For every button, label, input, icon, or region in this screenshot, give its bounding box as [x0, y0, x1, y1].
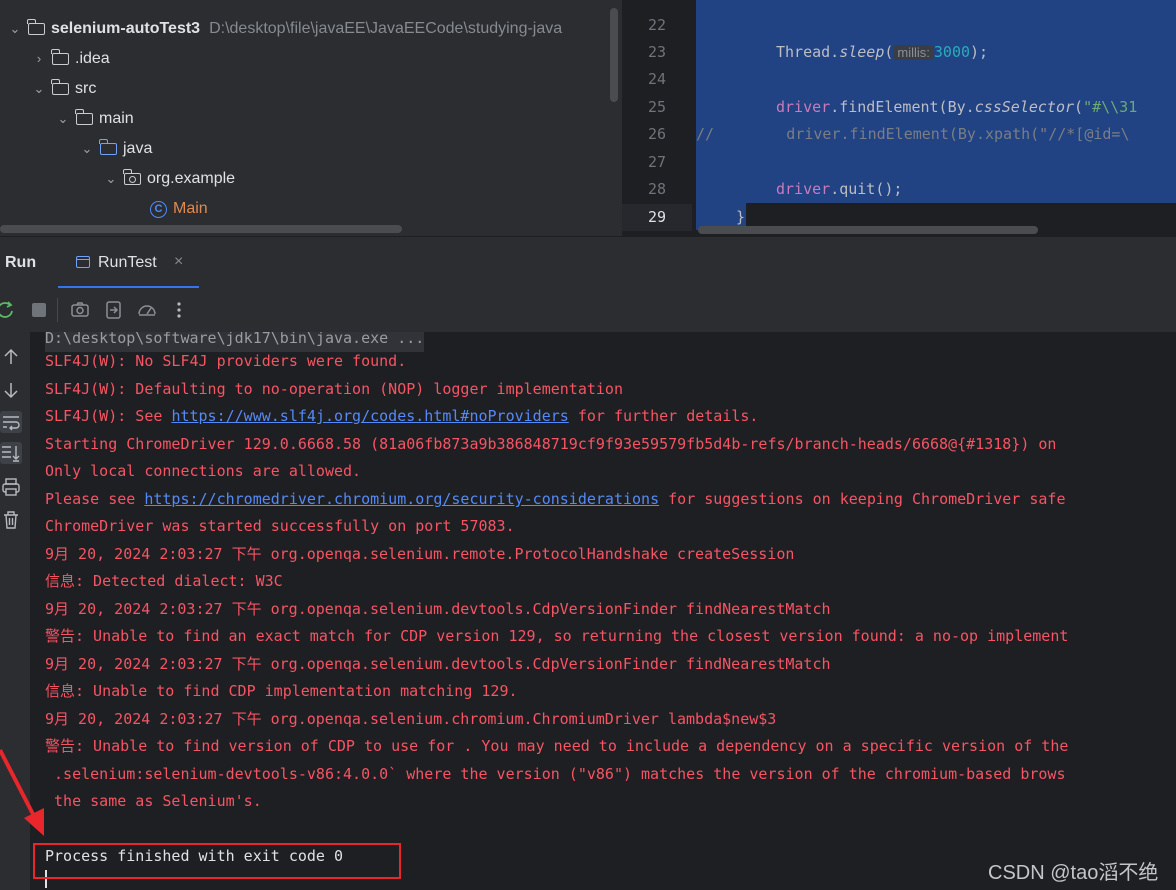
- close-icon[interactable]: ×: [174, 253, 183, 271]
- up-arrow-icon[interactable]: [0, 346, 22, 368]
- tree-vertical-scrollbar[interactable]: [610, 8, 618, 102]
- run-title: Run: [5, 254, 37, 271]
- editor-horizontal-scrollbar[interactable]: [698, 226, 1038, 234]
- line-number: 25: [647, 98, 667, 116]
- code-line-26: // driver.findElement(By.xpath("//*[@id=…: [696, 125, 1130, 143]
- toolbar-divider: [57, 298, 58, 322]
- line-number: 26: [647, 125, 667, 143]
- tree-item-java[interactable]: ⌄ java: [78, 134, 152, 164]
- run-tool-window-header: Run RunTest ×: [0, 236, 1176, 289]
- tree-item-main[interactable]: ⌄ main: [54, 104, 134, 134]
- down-arrow-icon[interactable]: [0, 379, 22, 401]
- gauge-icon[interactable]: [136, 299, 158, 321]
- tree-item-idea[interactable]: › .idea: [30, 44, 110, 74]
- stop-icon[interactable]: [28, 299, 50, 321]
- folder-icon: [51, 49, 69, 65]
- tree-item-src[interactable]: ⌄ src: [30, 74, 96, 104]
- parameter-hint: millis:: [893, 45, 934, 60]
- annotation-highlight-box: [33, 843, 401, 879]
- line-number: 28: [647, 180, 667, 198]
- tree-horizontal-scrollbar[interactable]: [0, 225, 402, 233]
- tree-item-main-class[interactable]: C Main: [150, 194, 208, 224]
- console-line: 9月 20, 2024 2:03:27 下午 org.openqa.seleni…: [45, 710, 777, 728]
- folder-icon: [51, 79, 69, 95]
- chevron-down-icon[interactable]: ⌄: [78, 134, 96, 164]
- slf4j-link[interactable]: https://www.slf4j.org/codes.html#noProvi…: [171, 407, 568, 425]
- code-line-28: driver.quit();: [776, 180, 903, 198]
- chromedriver-security-link[interactable]: https://chromedriver.chromium.org/securi…: [144, 490, 659, 508]
- chevron-down-icon[interactable]: ⌄: [6, 14, 24, 44]
- console-output[interactable]: D:\desktop\software\jdk17\bin\java.exe .…: [30, 332, 1176, 890]
- console-line: 警告: Unable to find version of CDP to use…: [45, 737, 1069, 755]
- line-number: 24: [647, 70, 667, 88]
- console-line: the same as Selenium's.: [45, 792, 262, 810]
- project-tree: ⌄ selenium-autoTest3 D:\desktop\file\jav…: [0, 0, 622, 236]
- trash-icon[interactable]: [0, 509, 22, 531]
- camera-icon[interactable]: [69, 299, 91, 321]
- console-line: SLF4J(W): No SLF4J providers were found.: [45, 352, 407, 370]
- tab-runtest[interactable]: RunTest ×: [58, 237, 199, 289]
- tree-item-package[interactable]: ⌄ org.example: [102, 164, 235, 194]
- rerun-icon[interactable]: [0, 299, 16, 321]
- console-line: Please see https://chromedriver.chromium…: [45, 490, 1066, 508]
- console-line: 信息: Unable to find CDP implementation ma…: [45, 682, 518, 700]
- console-line: 9月 20, 2024 2:03:27 下午 org.openqa.seleni…: [45, 600, 831, 618]
- project-path: D:\desktop\file\javaEE\JavaEECode\studyi…: [209, 20, 563, 37]
- tree-item-label: Main: [173, 200, 208, 217]
- line-number: 27: [647, 153, 667, 171]
- line-number-current: 29: [622, 204, 692, 231]
- more-icon[interactable]: [168, 299, 190, 321]
- line-number: 22: [647, 16, 667, 34]
- console-line: 警告: Unable to find an exact match for CD…: [45, 627, 1069, 645]
- class-icon: C: [150, 200, 167, 218]
- console-line: .selenium:selenium-devtools-v86:4.0.0` w…: [45, 765, 1066, 783]
- tree-item-label: main: [99, 110, 134, 127]
- tree-item-label: src: [75, 80, 97, 97]
- package-icon: [123, 169, 141, 185]
- console-line: 9月 20, 2024 2:03:27 下午 org.openqa.seleni…: [45, 655, 831, 673]
- annotation-arrow-icon: [0, 749, 44, 836]
- code-editor[interactable]: 22 23 24 25 26 27 28 29 Thread.sleep(mil…: [622, 0, 1176, 236]
- line-number: 23: [647, 43, 667, 61]
- module-folder-icon: [27, 19, 45, 35]
- scroll-to-end-icon[interactable]: [0, 442, 22, 464]
- folder-icon: [75, 109, 93, 125]
- line-gutter: 22 23 24 25 26 27 28 29: [622, 0, 696, 236]
- console-line: 9月 20, 2024 2:03:27 下午 org.openqa.seleni…: [45, 545, 795, 563]
- console-line: 信息: Detected dialect: W3C: [45, 572, 283, 590]
- chevron-right-icon[interactable]: ›: [30, 44, 48, 74]
- source-folder-icon: [99, 139, 117, 155]
- console-line: Only local connections are allowed.: [45, 462, 362, 480]
- chevron-down-icon[interactable]: ⌄: [30, 74, 48, 104]
- chevron-down-icon[interactable]: ⌄: [102, 164, 120, 194]
- watermark: CSDN @tao滔不绝: [988, 862, 1159, 884]
- console-line: SLF4J(W): See https://www.slf4j.org/code…: [45, 407, 759, 425]
- run-toolbar: [0, 288, 1176, 333]
- code-line-25: driver.findElement(By.cssSelector("#\\31: [776, 98, 1138, 116]
- run-config-icon: [76, 256, 90, 268]
- project-name: selenium-autoTest3: [51, 20, 201, 37]
- exit-icon[interactable]: [103, 299, 125, 321]
- console-line: SLF4J(W): Defaulting to no-operation (NO…: [45, 380, 623, 398]
- tree-item-label: .idea: [75, 50, 110, 67]
- tab-label: RunTest: [98, 254, 157, 271]
- chevron-down-icon[interactable]: ⌄: [54, 104, 72, 134]
- tree-item-label: java: [123, 140, 153, 157]
- soft-wrap-icon[interactable]: [0, 411, 22, 433]
- console-line: ChromeDriver was started successfully on…: [45, 517, 515, 535]
- tree-item-project-root[interactable]: ⌄ selenium-autoTest3 D:\desktop\file\jav…: [6, 14, 562, 44]
- console-line: Starting ChromeDriver 129.0.6668.58 (81a…: [45, 435, 1057, 453]
- tree-item-label: org.example: [147, 170, 236, 187]
- code-line-23: Thread.sleep(millis: 3000);: [776, 43, 989, 61]
- print-icon[interactable]: [0, 476, 22, 498]
